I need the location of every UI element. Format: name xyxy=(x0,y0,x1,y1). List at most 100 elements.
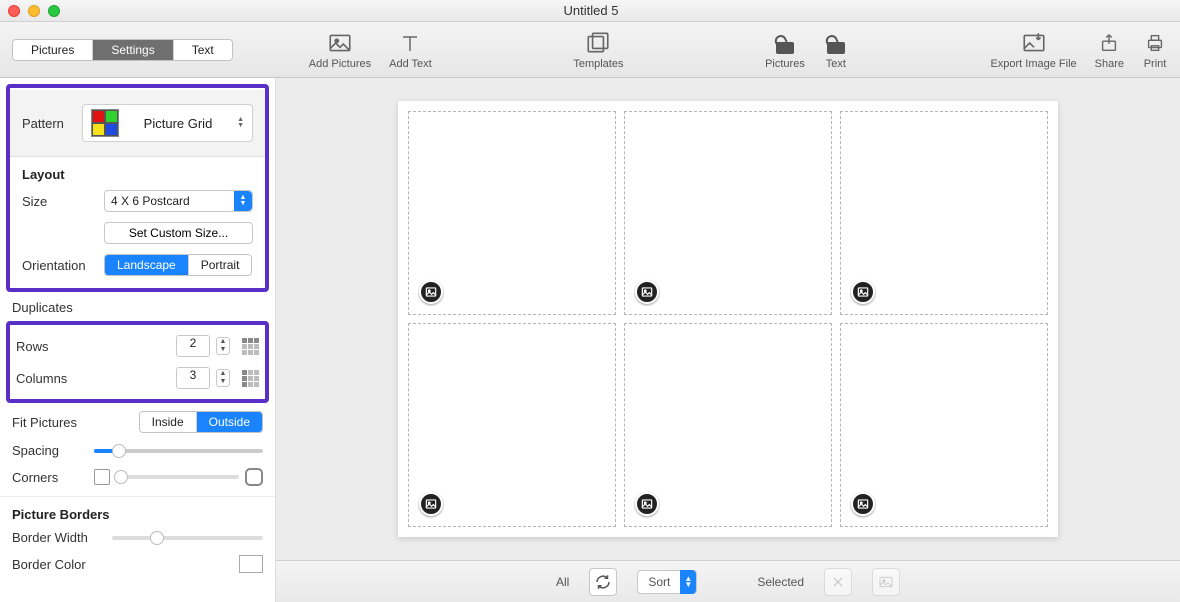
sidebar-tab-switcher: Pictures Settings Text xyxy=(12,39,233,61)
close-window-button[interactable] xyxy=(8,5,20,17)
orientation-label: Orientation xyxy=(22,258,104,273)
canvas-area: All Sort ▲▼ Selected xyxy=(276,78,1180,602)
text-icon xyxy=(397,30,423,56)
rows-label: Rows xyxy=(16,339,98,354)
corners-round-icon xyxy=(245,468,263,486)
titlebar: Untitled 5 xyxy=(0,0,1180,22)
toolbar: Pictures Settings Text Add Pictures Add … xyxy=(0,22,1180,78)
add-text-button[interactable]: Add Text xyxy=(389,30,432,70)
lock-text-label: Text xyxy=(826,58,846,70)
image-placeholder-icon xyxy=(419,280,443,304)
size-label: Size xyxy=(22,194,104,209)
templates-icon xyxy=(585,30,611,56)
lock-pictures-button[interactable]: Pictures xyxy=(765,30,805,70)
chevron-up-down-icon: ▲▼ xyxy=(234,191,252,211)
set-custom-size-button[interactable]: Set Custom Size... xyxy=(104,222,253,244)
duplicates-label: Duplicates xyxy=(0,298,275,317)
picture-cell[interactable] xyxy=(624,111,832,315)
image-placeholder-icon xyxy=(635,492,659,516)
pattern-swatch-icon xyxy=(91,109,119,137)
export-image-icon xyxy=(1021,30,1047,56)
spacing-slider[interactable] xyxy=(94,449,263,453)
image-placeholder-icon xyxy=(851,280,875,304)
size-select[interactable]: 4 X 6 Postcard ▲▼ xyxy=(104,190,253,212)
image-placeholder-icon xyxy=(419,492,443,516)
fit-outside-button[interactable]: Outside xyxy=(197,412,262,432)
toolbar-group-output: Export Image File Share Print xyxy=(990,30,1168,70)
tab-pictures[interactable]: Pictures xyxy=(13,40,93,60)
window-title: Untitled 5 xyxy=(60,3,1122,18)
delete-selected-button[interactable] xyxy=(824,568,852,596)
print-icon xyxy=(1142,30,1168,56)
toolbar-group-lock: Pictures Text xyxy=(765,30,849,70)
pattern-value: Picture Grid xyxy=(129,116,227,131)
corners-square-icon xyxy=(94,469,110,485)
export-image-label: Export Image File xyxy=(990,58,1076,70)
page-preview xyxy=(398,101,1058,537)
sort-menu[interactable]: Sort ▲▼ xyxy=(637,570,697,594)
lock-text-button[interactable]: Text xyxy=(823,30,849,70)
picture-grid xyxy=(408,111,1048,527)
layout-heading: Layout xyxy=(22,167,253,182)
rows-input[interactable]: 2 xyxy=(176,335,210,357)
share-label: Share xyxy=(1095,58,1124,70)
add-text-label: Add Text xyxy=(389,58,432,70)
tab-settings[interactable]: Settings xyxy=(93,40,173,60)
all-label: All xyxy=(556,575,569,589)
orientation-landscape-button[interactable]: Landscape xyxy=(105,255,189,275)
picture-cell[interactable] xyxy=(624,323,832,527)
border-color-label: Border Color xyxy=(12,557,112,572)
columns-label: Columns xyxy=(16,371,98,386)
toolbar-group-add: Add Pictures Add Text xyxy=(309,30,432,70)
fit-inside-button[interactable]: Inside xyxy=(140,412,197,432)
selected-label: Selected xyxy=(757,575,804,589)
corners-slider[interactable] xyxy=(116,475,239,479)
sort-label: Sort xyxy=(638,575,680,589)
columns-stepper[interactable]: ▲▼ xyxy=(216,369,230,387)
spacing-label: Spacing xyxy=(12,443,94,458)
add-pictures-label: Add Pictures xyxy=(309,58,371,70)
share-button[interactable]: Share xyxy=(1095,30,1124,70)
picture-borders-heading: Picture Borders xyxy=(12,507,263,522)
picture-cell[interactable] xyxy=(408,111,616,315)
border-width-label: Border Width xyxy=(12,530,112,545)
image-plus-icon xyxy=(327,30,353,56)
lock-pictures-label: Pictures xyxy=(765,58,805,70)
print-button[interactable]: Print xyxy=(1142,30,1168,70)
fit-pictures-label: Fit Pictures xyxy=(12,415,102,430)
picture-cell[interactable] xyxy=(840,111,1048,315)
refresh-all-button[interactable] xyxy=(589,568,617,596)
rows-grid-icon xyxy=(242,338,259,355)
highlighted-region-pattern-layout: Pattern Picture Grid ▲▼ Layout Size 4 X … xyxy=(6,84,269,292)
templates-label: Templates xyxy=(573,58,623,70)
columns-input[interactable]: 3 xyxy=(176,367,210,389)
minimize-window-button[interactable] xyxy=(28,5,40,17)
unlock-icon xyxy=(772,30,798,56)
settings-sidebar: Pattern Picture Grid ▲▼ Layout Size 4 X … xyxy=(0,78,276,602)
templates-button[interactable]: Templates xyxy=(573,30,623,70)
rows-stepper[interactable]: ▲▼ xyxy=(216,337,230,355)
orientation-switch: Landscape Portrait xyxy=(104,254,252,276)
tab-text[interactable]: Text xyxy=(174,40,232,60)
export-image-button[interactable]: Export Image File xyxy=(990,30,1076,70)
pattern-selector[interactable]: Picture Grid ▲▼ xyxy=(82,104,253,142)
border-color-well[interactable] xyxy=(239,555,263,573)
window-controls xyxy=(8,5,60,17)
size-value: 4 X 6 Postcard xyxy=(111,194,190,208)
picture-cell[interactable] xyxy=(840,323,1048,527)
fit-pictures-switch: Inside Outside xyxy=(139,411,263,433)
pattern-label: Pattern xyxy=(22,116,64,131)
unlock-icon xyxy=(823,30,849,56)
orientation-portrait-button[interactable]: Portrait xyxy=(189,255,252,275)
border-width-slider[interactable] xyxy=(112,536,263,540)
share-icon xyxy=(1096,30,1122,56)
add-pictures-button[interactable]: Add Pictures xyxy=(309,30,371,70)
highlighted-region-rows-columns: Rows 2 ▲▼ Columns 3 ▲▼ xyxy=(6,321,269,403)
zoom-window-button[interactable] xyxy=(48,5,60,17)
columns-grid-icon xyxy=(242,370,259,387)
picture-cell[interactable] xyxy=(408,323,616,527)
selected-picture-button[interactable] xyxy=(872,568,900,596)
image-placeholder-icon xyxy=(635,280,659,304)
print-label: Print xyxy=(1144,58,1167,70)
chevron-up-down-icon: ▲▼ xyxy=(237,117,244,129)
